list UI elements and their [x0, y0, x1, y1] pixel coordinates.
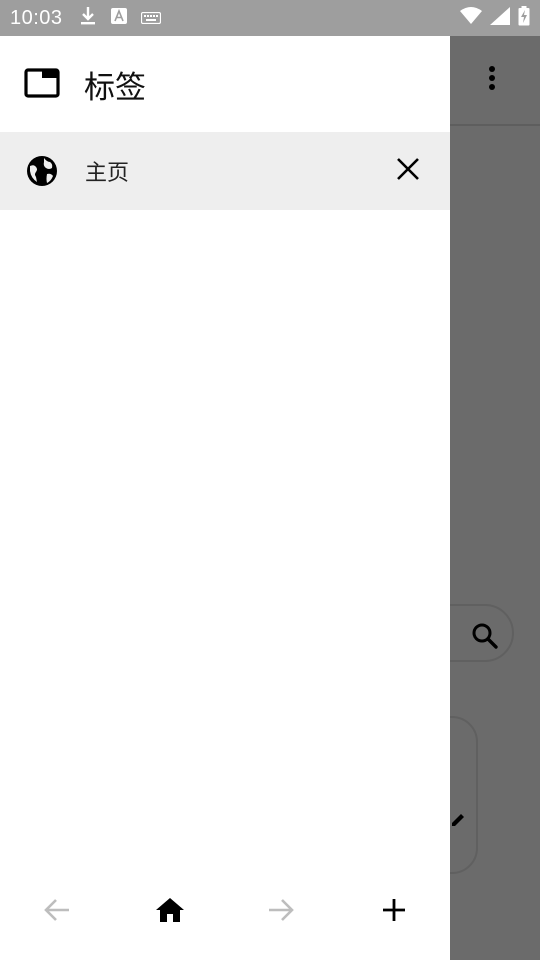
- search-icon: [470, 621, 500, 655]
- signal-icon: [490, 7, 510, 29]
- wifi-icon: [460, 7, 482, 29]
- plus-icon: [382, 898, 406, 926]
- status-right-icons: [460, 6, 530, 30]
- drawer-title: 标签: [84, 70, 146, 106]
- back-button[interactable]: [33, 888, 81, 936]
- home-icon: [155, 897, 185, 927]
- home-button[interactable]: [146, 888, 194, 936]
- status-left-icons: [79, 6, 161, 30]
- edit-icon: [450, 812, 466, 832]
- tabs-drawer: 标签 主页: [0, 36, 450, 960]
- battery-charging-icon: [518, 6, 530, 30]
- status-time: 10:03: [10, 6, 63, 29]
- close-tab-button[interactable]: [388, 151, 428, 191]
- keyboard-icon: [140, 9, 161, 28]
- text-a-icon: [110, 8, 127, 28]
- status-bar: 10:03: [0, 0, 540, 36]
- drawer-header: 标签: [0, 36, 450, 132]
- close-icon: [396, 157, 420, 185]
- arrow-right-icon: [267, 897, 295, 927]
- more-vertical-icon: [482, 64, 502, 92]
- download-icon: [79, 6, 97, 30]
- new-tab-button[interactable]: [370, 888, 418, 936]
- drawer-bottom-nav: [0, 876, 450, 948]
- tab-label: 主页: [85, 161, 130, 186]
- globe-icon: [25, 154, 59, 192]
- arrow-left-icon: [43, 897, 71, 927]
- forward-button[interactable]: [257, 888, 305, 936]
- tab-icon: [24, 68, 60, 102]
- tab-item[interactable]: 主页: [0, 132, 450, 210]
